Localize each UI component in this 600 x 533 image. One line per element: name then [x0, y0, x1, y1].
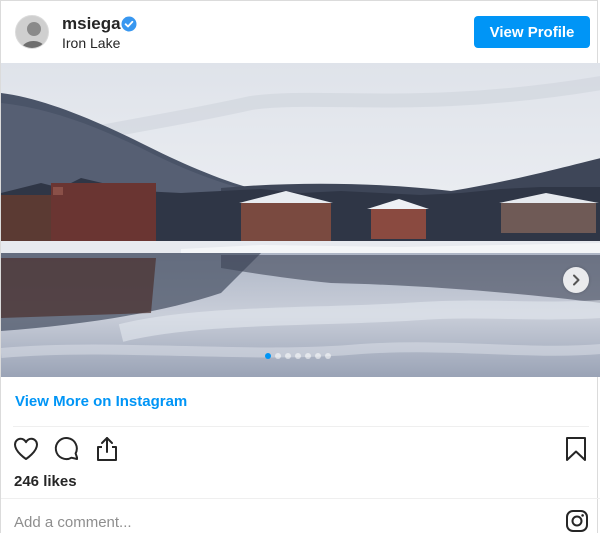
divider — [13, 426, 589, 427]
view-more-link[interactable]: View More on Instagram — [15, 393, 187, 410]
avatar[interactable] — [15, 15, 49, 49]
location-label[interactable]: Iron Lake — [62, 35, 120, 51]
lake-photo-image — [1, 63, 600, 377]
instagram-embed-card: msiega Iron Lake View Profile View More … — [0, 0, 600, 533]
divider — [1, 498, 600, 499]
bookmark-icon[interactable] — [562, 435, 590, 463]
carousel-indicator — [265, 353, 331, 359]
heart-icon[interactable] — [12, 435, 40, 463]
carousel-dot — [305, 353, 311, 359]
view-profile-button[interactable]: View Profile — [474, 16, 590, 48]
share-icon[interactable] — [93, 435, 121, 463]
post-photo[interactable] — [1, 63, 600, 377]
username[interactable]: msiega — [62, 14, 121, 34]
likes-count[interactable]: 246 likes — [14, 473, 77, 490]
instagram-logo-icon[interactable] — [565, 509, 589, 533]
carousel-dot — [315, 353, 321, 359]
post-header: msiega Iron Lake View Profile — [1, 1, 599, 63]
carousel-dot — [325, 353, 331, 359]
carousel-next-button[interactable] — [563, 267, 589, 293]
carousel-dot — [285, 353, 291, 359]
carousel-dot — [275, 353, 281, 359]
chevron-right-icon — [573, 274, 580, 286]
comment-bubble-icon[interactable] — [53, 435, 81, 463]
carousel-dot — [295, 353, 301, 359]
verified-badge-icon — [121, 16, 137, 32]
carousel-dot — [265, 353, 271, 359]
action-bar — [1, 431, 600, 467]
add-comment-field[interactable]: Add a comment... — [14, 514, 132, 531]
